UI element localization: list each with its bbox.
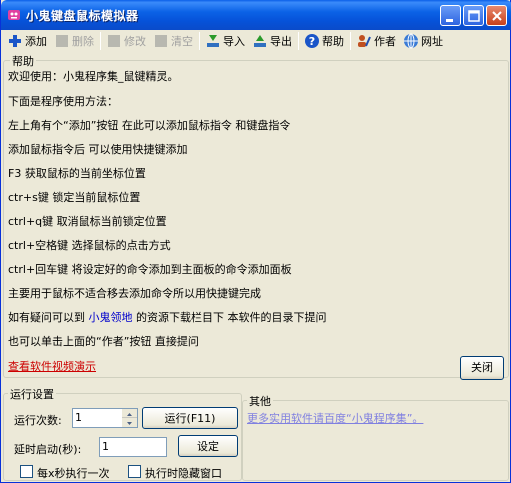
import-button[interactable]: 导入 — [202, 31, 249, 51]
run-button[interactable]: 运行(F11) — [142, 407, 238, 429]
website-button[interactable]: 网址 — [400, 31, 447, 51]
main-window: 小鬼键盘鼠标模拟器 添加 删除 修改 清空 导入 导出 ? 帮助 作者 网址 帮… — [0, 0, 511, 483]
toolbar-separator — [350, 32, 351, 50]
help-button[interactable]: ? 帮助 — [301, 31, 348, 51]
other-group-title: 其他 — [247, 393, 273, 409]
minimize-button[interactable] — [440, 5, 461, 26]
minimize-icon — [446, 19, 453, 22]
help-group-title: 帮助 — [10, 53, 36, 69]
help-line: 也可以单击上面的“作者”按钮 直接提问 — [8, 335, 199, 348]
run-count-label: 运行次数: — [14, 414, 62, 427]
window-title: 小鬼键盘鼠标模拟器 — [26, 9, 139, 23]
set-delay-button[interactable]: 设定 — [178, 435, 238, 457]
help-line: 主要用于鼠标不适合移去添加命令所以用快捷键完成 — [8, 287, 261, 300]
close-help-button[interactable]: 关闭 — [460, 356, 504, 380]
spin-down-icon[interactable] — [122, 418, 137, 427]
spin-up-icon[interactable] — [122, 409, 137, 418]
export-button[interactable]: 导出 — [249, 31, 296, 51]
every-x-sec-checkbox[interactable] — [20, 465, 33, 478]
clear-button[interactable]: 清空 — [150, 31, 197, 51]
video-demo-link[interactable]: 查看软件视频演示 — [8, 358, 96, 374]
help-question-line: 如有疑问可以到 小鬼领地 的资源下载栏目下 本软件的目录下提问 — [8, 311, 327, 324]
more-software-link[interactable]: 更多实用软件请百度“小鬼程序集”。 — [247, 410, 423, 426]
toolbar: 添加 删除 修改 清空 导入 导出 ? 帮助 作者 网址 — [4, 30, 509, 52]
export-icon — [254, 35, 266, 47]
clear-icon — [155, 35, 167, 47]
run-settings-title: 运行设置 — [8, 386, 56, 402]
modify-button[interactable]: 修改 — [103, 31, 150, 51]
author-button[interactable]: 作者 — [353, 31, 400, 51]
run-count-spinner[interactable] — [122, 408, 138, 428]
toolbar-separator — [199, 32, 200, 50]
title-bar[interactable]: 小鬼键盘鼠标模拟器 — [1, 0, 511, 30]
help-icon: ? — [305, 34, 319, 48]
help-line: 下面是程序使用方法： — [8, 95, 118, 108]
help-group: 帮助 欢迎使用：小鬼程序集_鼠键精灵。 下面是程序使用方法： 左上角有个“添加”… — [3, 53, 509, 380]
help-line: ctrl+回车键 将设定好的命令添加到主面板的命令添加面板 — [8, 263, 292, 276]
close-window-button[interactable] — [486, 5, 507, 26]
plus-icon — [9, 35, 21, 47]
help-line: 欢迎使用：小鬼程序集_鼠键精灵。 — [8, 70, 179, 83]
modify-icon — [108, 35, 120, 47]
help-line: 左上角有个“添加”按钮 在此可以添加鼠标指令 和键盘指令 — [8, 119, 291, 132]
close-icon — [492, 11, 502, 21]
import-icon — [207, 35, 219, 47]
help-line: F3 获取鼠标的当前坐标位置 — [8, 167, 146, 180]
hide-window-label: 执行时隐藏窗口 — [145, 467, 222, 480]
svg-text:?: ? — [309, 35, 315, 48]
help-line: ctrl+空格键 选择鼠标的点击方式 — [8, 239, 171, 252]
run-settings-group: 运行设置 运行次数: 1 运行(F11) 延时启动(秒): 1 设定 每x秒执行… — [3, 386, 242, 481]
app-icon — [8, 10, 20, 20]
run-count-input[interactable]: 1 — [72, 408, 123, 428]
delay-label: 延时启动(秒): — [14, 443, 82, 456]
toolbar-separator — [298, 32, 299, 50]
toolbar-separator — [100, 32, 101, 50]
delete-icon — [56, 35, 68, 47]
xiaogui-territory-link[interactable]: 小鬼领地 — [89, 311, 133, 324]
delete-button[interactable]: 删除 — [51, 31, 98, 51]
help-line: ctrl+q键 取消鼠标当前锁定位置 — [8, 215, 167, 228]
maximize-button[interactable] — [463, 5, 484, 26]
help-line: 添加鼠标指令后 可以使用快捷键添加 — [8, 143, 188, 156]
author-icon — [358, 35, 371, 47]
other-group: 其他 更多实用软件请百度“小鬼程序集”。 — [242, 393, 509, 481]
hide-window-checkbox[interactable] — [128, 465, 141, 478]
every-x-sec-label: 每x秒执行一次 — [37, 467, 110, 480]
maximize-icon — [468, 10, 480, 22]
add-button[interactable]: 添加 — [4, 31, 51, 51]
delay-input[interactable]: 1 — [99, 437, 167, 457]
globe-icon — [404, 33, 418, 49]
help-line: ctr+s键 锁定当前鼠标位置 — [8, 191, 141, 204]
